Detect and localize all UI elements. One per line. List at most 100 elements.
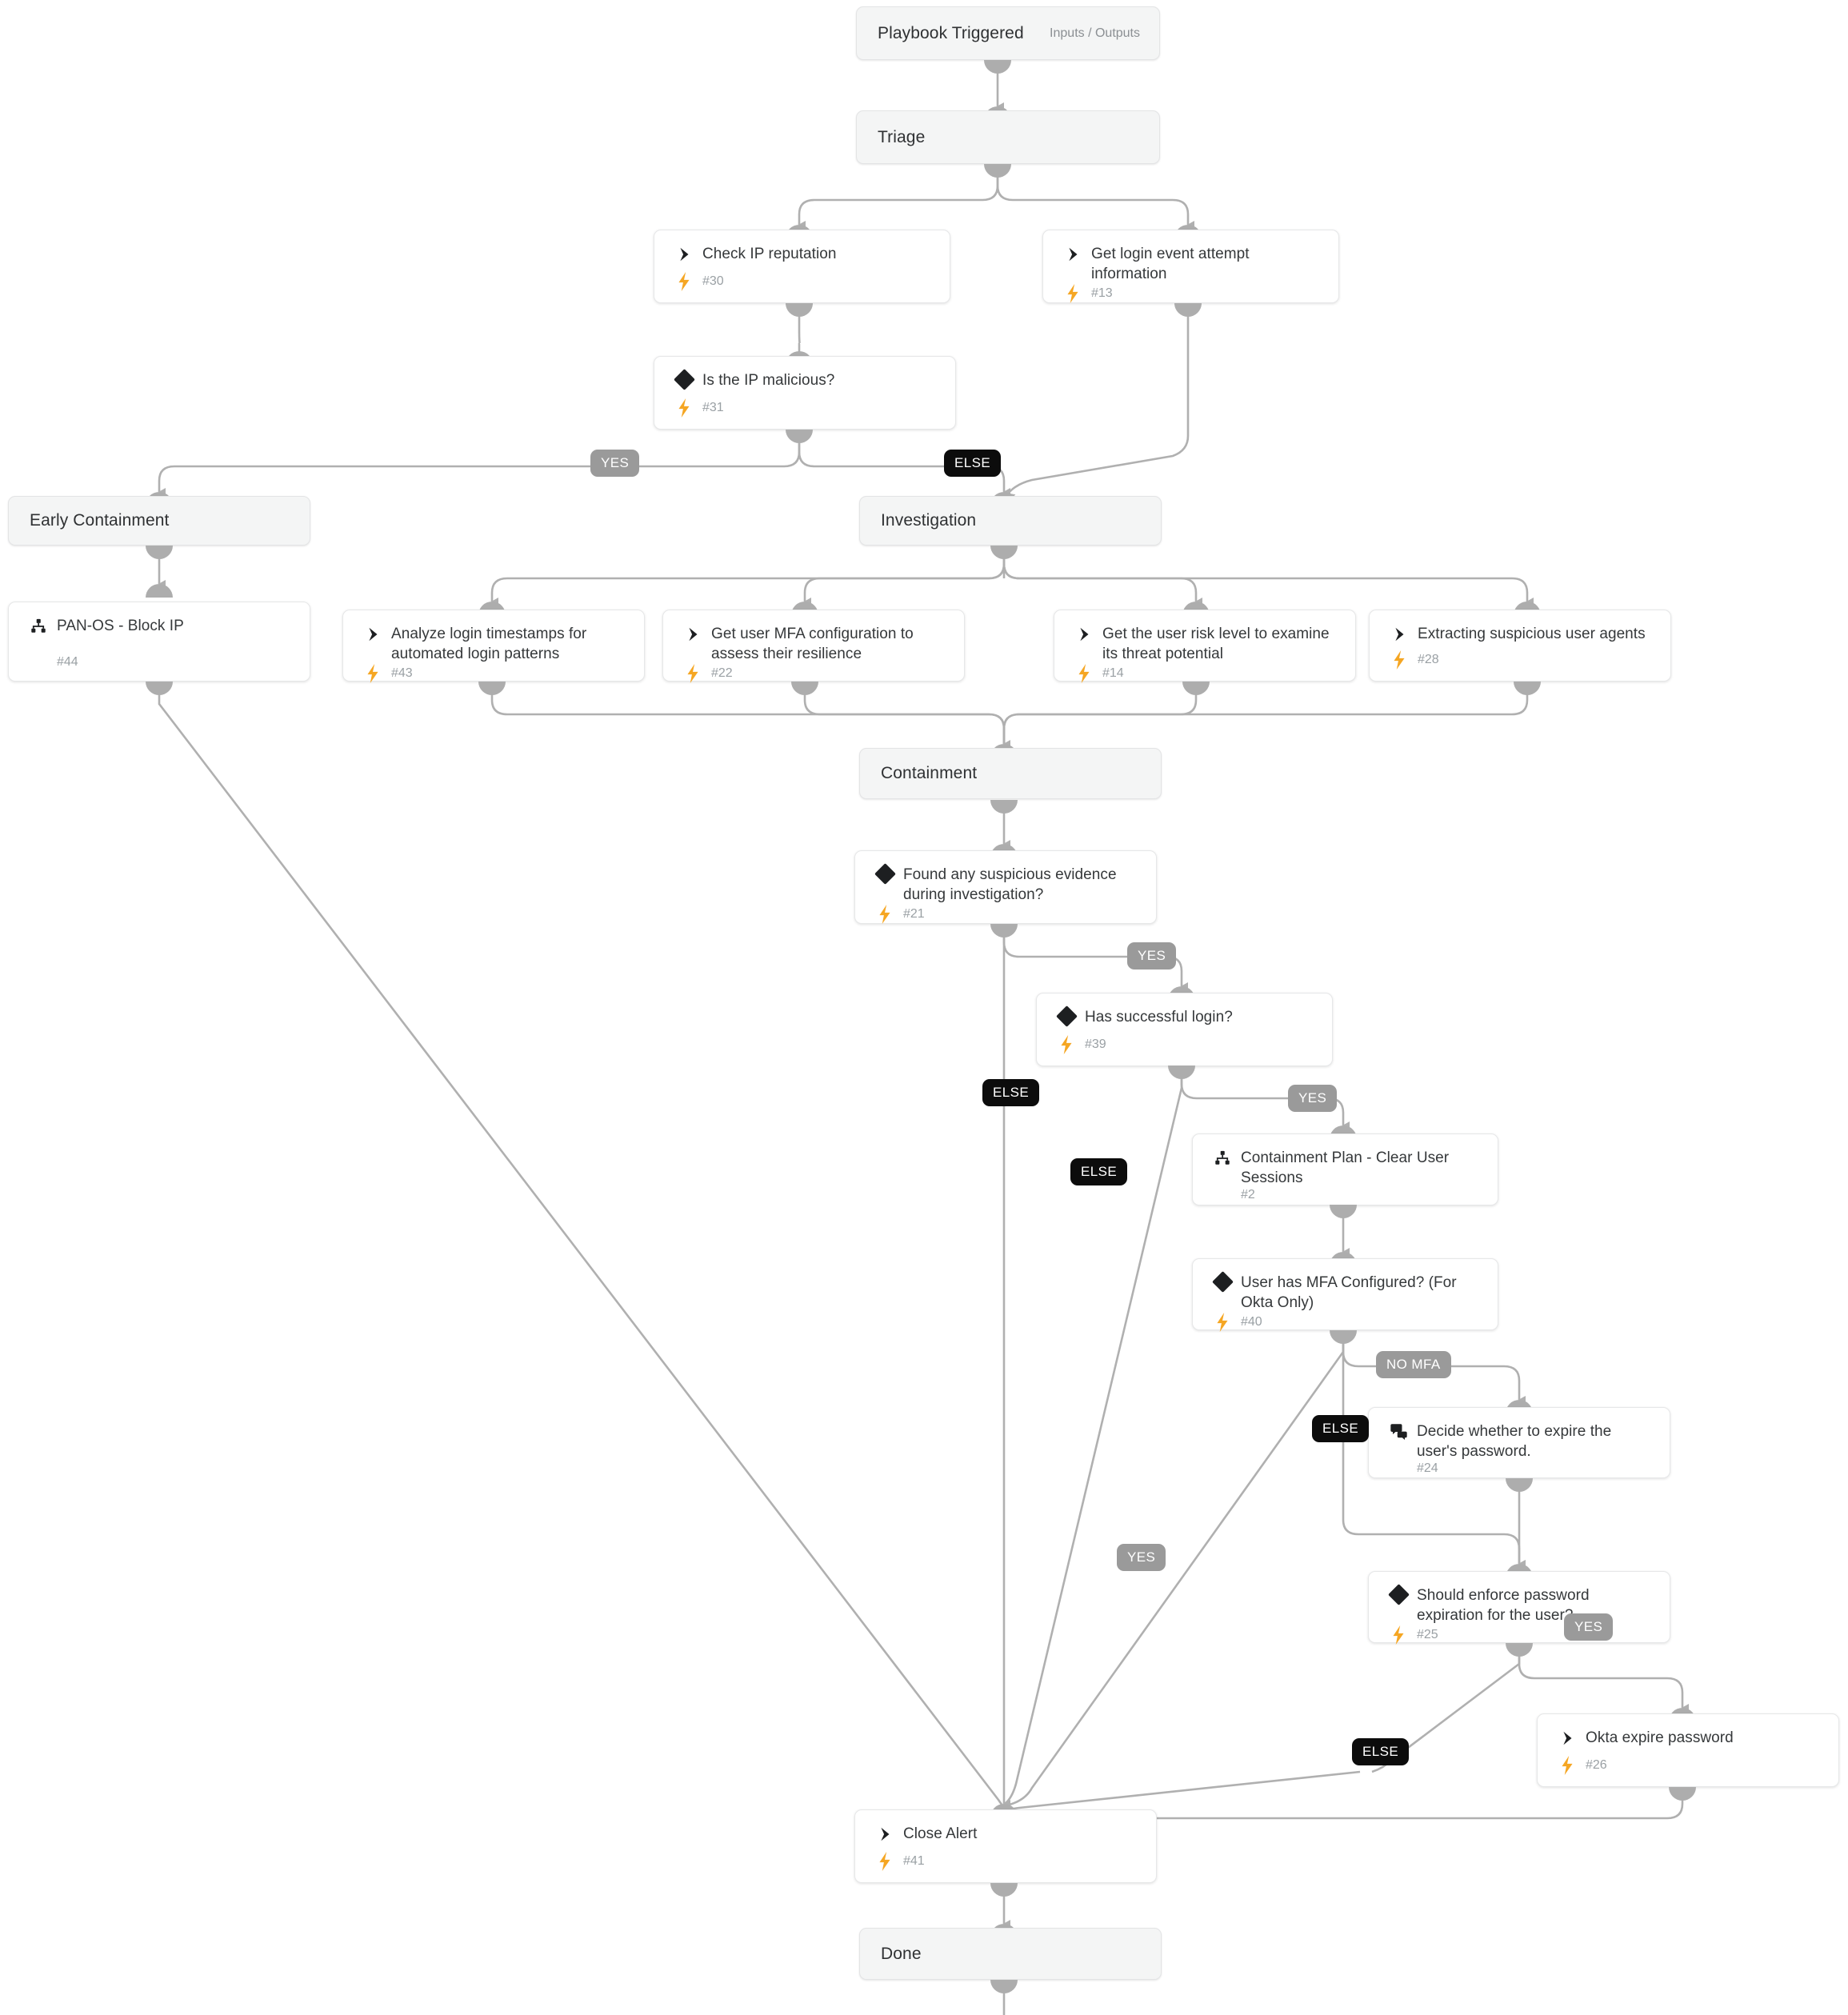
- port-bottom: [984, 60, 1011, 74]
- node-has-successful-login[interactable]: Has successful login? #39: [1036, 993, 1333, 1066]
- lightning-icon: [1054, 1035, 1078, 1054]
- phase-label: Done: [881, 1944, 922, 1963]
- node-id: #2: [1241, 1188, 1255, 1201]
- lightning-icon: [681, 664, 705, 683]
- lightning-icon: [873, 905, 897, 924]
- lightning-icon: [873, 1852, 897, 1871]
- chevron-icon: [1387, 624, 1411, 643]
- node-close-alert[interactable]: Close Alert #41: [854, 1809, 1157, 1883]
- chevron-icon: [681, 624, 705, 643]
- branch-label-yes[interactable]: YES: [1117, 1544, 1166, 1571]
- port-bottom: [990, 800, 1018, 814]
- chevron-icon: [873, 1824, 897, 1843]
- node-title: Get user MFA configuration to assess the…: [711, 626, 914, 662]
- node-title: Found any suspicious evidence during inv…: [903, 866, 1117, 903]
- diamond-icon: [873, 863, 897, 885]
- node-id: #26: [1586, 1758, 1607, 1772]
- phase-playbook-triggered[interactable]: Playbook Triggered Inputs / Outputs: [856, 6, 1160, 60]
- node-get-user-risk-level[interactable]: Get the user risk level to examine its t…: [1054, 610, 1356, 683]
- port-bottom: [990, 546, 1018, 559]
- port-bottom: [990, 1883, 1018, 1897]
- lightning-icon: [1387, 650, 1411, 670]
- branch-label-yes[interactable]: YES: [1288, 1085, 1338, 1112]
- phase-label: Investigation: [881, 511, 977, 530]
- node-title: Should enforce password expiration for t…: [1417, 1587, 1590, 1624]
- lightning-icon: [1061, 284, 1085, 303]
- phase-label: Containment: [881, 764, 978, 782]
- inputs-outputs-label[interactable]: Inputs / Outputs: [1050, 26, 1159, 41]
- branch-label-yes[interactable]: YES: [1564, 1613, 1614, 1641]
- node-title: Has successful login?: [1085, 1009, 1233, 1025]
- node-id: #43: [391, 666, 413, 680]
- phase-early-containment[interactable]: Early Containment: [8, 496, 310, 546]
- playbook-canvas: Playbook Triggered Inputs / Outputs Tria…: [0, 0, 1848, 2015]
- subplaybook-icon: [26, 616, 50, 635]
- port-bottom: [786, 430, 813, 443]
- branch-label-yes[interactable]: YES: [590, 450, 640, 477]
- phase-label: Early Containment: [30, 511, 170, 530]
- branch-label-no-mfa[interactable]: NO MFA: [1376, 1351, 1451, 1378]
- node-get-login-event-attempt-information[interactable]: Get login event attempt information #13: [1042, 230, 1339, 303]
- chevron-icon: [361, 624, 385, 643]
- node-title: PAN-OS - Block IP: [57, 618, 184, 634]
- node-id: #24: [1417, 1461, 1438, 1475]
- branch-label-else[interactable]: ELSE: [1070, 1158, 1128, 1185]
- branch-label-yes[interactable]: YES: [1127, 942, 1177, 970]
- node-title: Extracting suspicious user agents: [1418, 626, 1646, 642]
- node-id: #44: [57, 655, 78, 669]
- port-bottom: [1669, 1787, 1696, 1801]
- lightning-icon: [672, 272, 696, 291]
- lightning-icon: [1386, 1625, 1410, 1645]
- node-id: #21: [903, 907, 925, 921]
- diamond-icon: [1210, 1271, 1234, 1293]
- node-title: Analyze login timestamps for automated l…: [391, 626, 587, 662]
- node-id: #13: [1091, 286, 1113, 300]
- chevron-icon: [1072, 624, 1096, 643]
- branch-label-else[interactable]: ELSE: [982, 1079, 1040, 1106]
- phase-triage[interactable]: Triage: [856, 110, 1160, 164]
- port-bottom: [1168, 1065, 1195, 1079]
- node-check-ip-reputation[interactable]: Check IP reputation #30: [654, 230, 950, 303]
- node-should-enforce-password-expiration[interactable]: Should enforce password expiration for t…: [1368, 1571, 1670, 1645]
- node-title: User has MFA Configured? (For Okta Only): [1241, 1274, 1457, 1311]
- branch-label-else[interactable]: ELSE: [944, 450, 1002, 477]
- node-title: Close Alert: [903, 1825, 978, 1842]
- chevron-icon: [672, 244, 696, 263]
- node-okta-expire-password[interactable]: Okta expire password #26: [1537, 1713, 1839, 1787]
- node-id: #31: [702, 401, 724, 414]
- node-title: Okta expire password: [1586, 1729, 1734, 1746]
- node-title: Get login event attempt information: [1091, 246, 1250, 282]
- diamond-icon: [672, 369, 696, 390]
- node-get-user-mfa-configuration[interactable]: Get user MFA configuration to assess the…: [662, 610, 965, 683]
- node-analyze-login-timestamps[interactable]: Analyze login timestamps for automated l…: [342, 610, 645, 683]
- node-id: #30: [702, 274, 724, 288]
- node-decide-whether-to-expire-password[interactable]: Decide whether to expire the user's pass…: [1368, 1407, 1670, 1478]
- diamond-icon: [1054, 1006, 1078, 1027]
- subplaybook-icon: [1210, 1148, 1234, 1167]
- lightning-icon: [1210, 1313, 1234, 1332]
- port-bottom: [146, 546, 173, 559]
- node-found-any-suspicious-evidence[interactable]: Found any suspicious evidence during inv…: [854, 850, 1157, 924]
- port-bottom: [1330, 1205, 1357, 1218]
- phase-label: Playbook Triggered: [878, 23, 1024, 42]
- node-id: #41: [903, 1854, 925, 1868]
- lightning-icon: [1072, 664, 1096, 683]
- node-extracting-suspicious-user-agents[interactable]: Extracting suspicious user agents #28: [1369, 610, 1671, 682]
- chevron-icon: [1555, 1728, 1579, 1747]
- node-id: #22: [711, 666, 733, 680]
- node-containment-plan-clear-user-sessions[interactable]: Containment Plan - Clear User Sessions #…: [1192, 1133, 1498, 1205]
- node-is-the-ip-malicious[interactable]: Is the IP malicious? #31: [654, 356, 956, 430]
- phase-investigation[interactable]: Investigation: [859, 496, 1162, 546]
- node-user-has-mfa-configured[interactable]: User has MFA Configured? (For Okta Only)…: [1192, 1258, 1498, 1332]
- port-bottom: [146, 682, 173, 695]
- phase-done[interactable]: Done: [859, 1928, 1162, 1980]
- lightning-icon: [672, 398, 696, 418]
- phase-containment[interactable]: Containment: [859, 748, 1162, 799]
- node-id: #40: [1241, 1315, 1262, 1329]
- node-id: #28: [1418, 653, 1439, 666]
- branch-label-else[interactable]: ELSE: [1352, 1738, 1410, 1765]
- node-panos-block-ip[interactable]: PAN-OS - Block IP #44: [8, 602, 310, 682]
- branch-label-else[interactable]: ELSE: [1312, 1415, 1370, 1442]
- node-title: Get the user risk level to examine its t…: [1102, 626, 1330, 662]
- lightning-icon: [361, 664, 385, 683]
